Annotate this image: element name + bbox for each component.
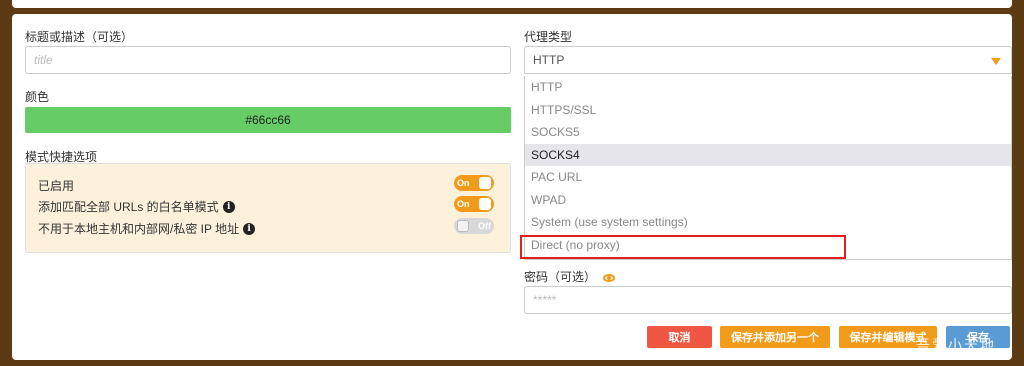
- toggle-text: Off: [478, 221, 491, 231]
- proxy-type-value: HTTP: [533, 53, 565, 67]
- option-label: 已启用: [38, 179, 75, 193]
- direct-option-highlight: [520, 235, 846, 259]
- top-card-edge: [12, 0, 1012, 8]
- dropdown-option-https[interactable]: HTTPS/SSL: [525, 99, 1011, 122]
- color-label: 颜色: [25, 90, 50, 104]
- option-row-enabled: 已启用: [38, 177, 74, 194]
- toggle-knob: [479, 198, 491, 210]
- toggle-knob: [457, 220, 469, 232]
- cancel-button[interactable]: 取消: [647, 326, 712, 348]
- watermark: 吾爱小天地: [916, 337, 996, 353]
- proxy-type-label: 代理类型: [524, 30, 573, 44]
- dropdown-option-wpad[interactable]: WPAD: [525, 189, 1011, 212]
- enabled-toggle[interactable]: On: [454, 175, 494, 191]
- info-icon[interactable]: i: [222, 200, 235, 213]
- title-input[interactable]: title: [25, 46, 511, 74]
- password-input[interactable]: *****: [524, 286, 1012, 314]
- toggle-text: On: [457, 178, 470, 188]
- eye-icon[interactable]: [603, 273, 616, 282]
- dropdown-arrow-icon: [991, 58, 1001, 65]
- info-icon[interactable]: i: [243, 222, 256, 235]
- quick-options-panel: 已启用 On 添加匹配全部 URLs 的白名单模式 i On 不用于本地主机和内…: [25, 163, 511, 253]
- color-value: #66cc66: [245, 113, 291, 127]
- option-label: 不用于本地主机和内部网/私密 IP 地址: [38, 222, 240, 236]
- toggle-text: On: [457, 199, 470, 209]
- password-label: 密码（可选）: [524, 270, 597, 284]
- dropdown-option-http[interactable]: HTTP: [525, 76, 1011, 99]
- title-label: 标题或描述（可选）: [25, 30, 134, 44]
- local-ip-toggle[interactable]: Off: [454, 218, 494, 234]
- save-add-another-button[interactable]: 保存并添加另一个: [720, 326, 830, 348]
- password-placeholder: *****: [533, 293, 557, 307]
- color-picker[interactable]: #66cc66: [25, 107, 511, 133]
- option-row-whitelist: 添加匹配全部 URLs 的白名单模式 i: [38, 198, 235, 215]
- option-row-local-ip: 不用于本地主机和内部网/私密 IP 地址 i: [38, 220, 256, 237]
- dropdown-option-system[interactable]: System (use system settings): [525, 211, 1011, 234]
- password-label-row: 密码（可选）: [524, 268, 616, 285]
- dropdown-option-socks4[interactable]: SOCKS4: [525, 143, 1011, 166]
- title-placeholder: title: [34, 53, 53, 67]
- whitelist-toggle[interactable]: On: [454, 196, 494, 212]
- toggle-knob: [479, 177, 491, 189]
- dropdown-option-socks5[interactable]: SOCKS5: [525, 121, 1011, 144]
- option-label: 添加匹配全部 URLs 的白名单模式: [38, 200, 219, 214]
- proxy-type-select[interactable]: HTTP: [524, 46, 1012, 74]
- dropdown-option-pac[interactable]: PAC URL: [525, 166, 1011, 189]
- proxy-type-dropdown: HTTP HTTPS/SSL SOCKS5 SOCKS4 PAC URL WPA…: [524, 76, 1012, 260]
